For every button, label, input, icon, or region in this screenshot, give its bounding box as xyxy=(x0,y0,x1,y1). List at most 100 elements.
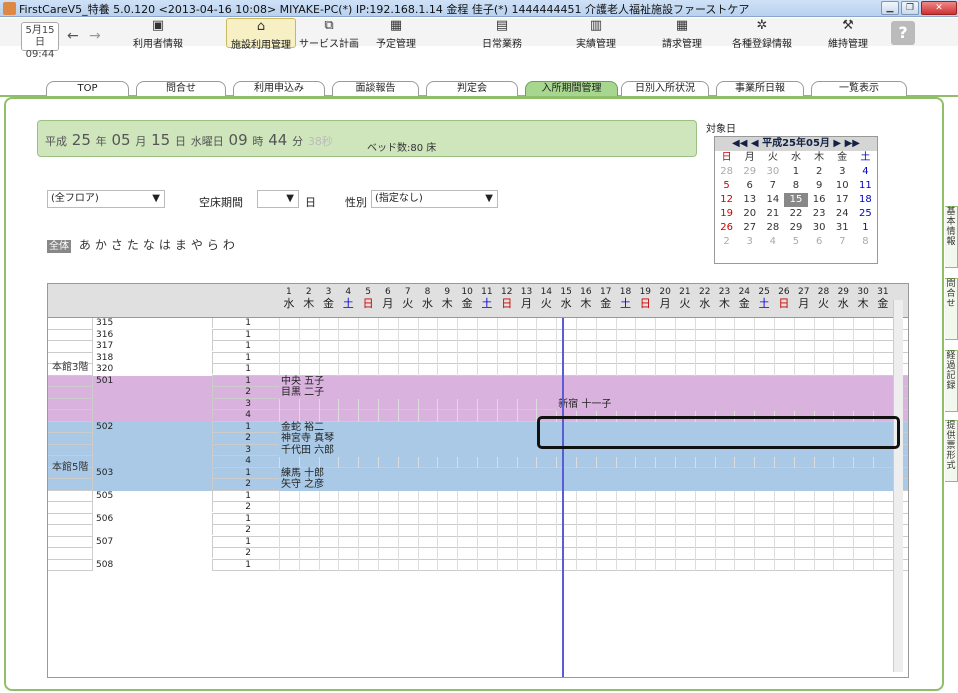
calendar-day[interactable]: 23 xyxy=(808,207,831,221)
calendar-day[interactable]: 6 xyxy=(738,179,761,193)
table-row[interactable]: 506 1 xyxy=(48,513,908,525)
calendar-day[interactable]: 27 xyxy=(738,221,761,235)
calendar-day[interactable]: 5 xyxy=(715,179,738,193)
tool-facility[interactable]: ⌂ 施設利用管理 xyxy=(226,18,296,51)
calendar-day[interactable]: 4 xyxy=(761,235,784,249)
day-column-header: 7火 xyxy=(402,287,414,310)
tool-records[interactable]: ▥ 実績管理 xyxy=(566,18,626,51)
table-row[interactable]: 315 1 xyxy=(48,318,908,330)
calendar-day[interactable]: 25 xyxy=(854,207,877,221)
resident-stay-bar[interactable]: 新宿 十一子 xyxy=(556,398,893,411)
vertical-scrollbar[interactable] xyxy=(893,300,903,672)
table-row[interactable]: 2 xyxy=(48,525,908,537)
calendar-day[interactable]: 6 xyxy=(808,235,831,249)
calendar-day[interactable]: 18 xyxy=(854,193,877,207)
next-year-icon[interactable]: ▶▶ xyxy=(845,138,860,149)
resident-stay-bar[interactable]: 矢守 之彦 xyxy=(279,479,893,491)
calendar-day[interactable]: 19 xyxy=(715,207,738,221)
tool-service-plan[interactable]: ⧉ サービス計画 xyxy=(297,18,361,51)
calendar-day[interactable]: 14 xyxy=(761,193,784,207)
calendar-day[interactable]: 5 xyxy=(784,235,807,249)
resident-stay-bar[interactable]: 練馬 十郎 xyxy=(279,467,893,480)
tab-stay-period[interactable]: 入所期間管理 xyxy=(525,81,618,96)
calendar-day[interactable]: 15 xyxy=(784,193,808,207)
tab-list-view[interactable]: 一覧表示 xyxy=(811,81,907,96)
calendar-days[interactable]: 28 29 30 1 2 3 4 5 6 7 8 9 10 11 12 13 14 15 16 17 18 19 20 21 2… xyxy=(715,165,877,249)
calendar-day[interactable]: 28 xyxy=(761,221,784,235)
calendar-day[interactable]: 3 xyxy=(738,235,761,249)
minimize-icon[interactable]: ▁ xyxy=(881,1,899,15)
kana-all-button[interactable]: 全体 xyxy=(47,240,71,253)
tab-interview[interactable]: 面談報告 xyxy=(332,81,419,96)
calendar-day[interactable]: 7 xyxy=(761,179,784,193)
prev-year-icon[interactable]: ◀◀ xyxy=(732,138,747,149)
calendar-day[interactable]: 26 xyxy=(715,221,738,235)
calendar-day[interactable]: 4 xyxy=(854,165,877,179)
calendar-day[interactable]: 17 xyxy=(831,193,854,207)
restore-icon[interactable]: ❐ xyxy=(901,1,919,15)
close-icon[interactable]: ✕ xyxy=(921,1,957,15)
side-tab[interactable]: 基本情報 xyxy=(945,206,958,268)
tool-schedule[interactable]: ▦ 予定管理 xyxy=(366,18,426,51)
prev-month-icon[interactable]: ◀ xyxy=(751,138,759,149)
calendar-day[interactable]: 2 xyxy=(808,165,831,179)
tool-registry[interactable]: ✲ 各種登録情報 xyxy=(727,18,797,51)
calendar-day[interactable]: 20 xyxy=(738,207,761,221)
tab-judgement[interactable]: 判定会 xyxy=(426,81,518,96)
calendar-day[interactable]: 21 xyxy=(761,207,784,221)
calendar-day[interactable]: 28 xyxy=(715,165,738,179)
side-tab[interactable]: 問合せ xyxy=(945,278,958,340)
calendar-day[interactable]: 22 xyxy=(784,207,807,221)
table-row[interactable]: 505 1 xyxy=(48,490,908,502)
tool-maintenance[interactable]: ⚒ 維持管理 xyxy=(820,18,876,51)
calendar-day[interactable]: 24 xyxy=(831,207,854,221)
calendar-day[interactable]: 8 xyxy=(854,235,877,249)
calendar-day[interactable]: 2 xyxy=(715,235,738,249)
tab-application[interactable]: 利用申込み xyxy=(233,81,325,96)
table-row[interactable]: 2 xyxy=(48,548,908,560)
calendar-day[interactable]: 1 xyxy=(854,221,877,235)
gender-select[interactable]: (指定なし) ▼ xyxy=(371,190,498,208)
tab-office-report[interactable]: 事業所日報 xyxy=(716,81,804,96)
tab-daily-status[interactable]: 日別入所状況 xyxy=(621,81,709,96)
table-row[interactable]: 507 1 xyxy=(48,536,908,548)
table-row[interactable]: 4 xyxy=(48,456,908,468)
table-row[interactable]: 508 1 xyxy=(48,559,908,571)
tool-user-info[interactable]: ▣ 利用者情報 xyxy=(125,18,191,51)
calendar-day[interactable]: 30 xyxy=(808,221,831,235)
side-tab[interactable]: 提供票形式 xyxy=(945,420,958,482)
calendar-day[interactable]: 1 xyxy=(784,165,807,179)
calendar-day[interactable]: 9 xyxy=(808,179,831,193)
tool-daily[interactable]: ▤ 日常業務 xyxy=(478,18,526,51)
calendar-day[interactable]: 30 xyxy=(761,165,784,179)
resident-stay-bar[interactable]: 中央 五子 xyxy=(279,375,893,388)
calendar-day[interactable]: 29 xyxy=(784,221,807,235)
calendar-day[interactable]: 16 xyxy=(808,193,831,207)
resident-stay-bar[interactable]: 目黒 二子 xyxy=(279,387,893,399)
calendar-day[interactable]: 10 xyxy=(831,179,854,193)
back-arrow-icon[interactable]: ← xyxy=(67,28,79,44)
kana-filter[interactable]: 全体 あかさたなはまやらわ xyxy=(47,236,239,253)
tab-top[interactable]: TOP xyxy=(46,81,129,96)
calendar-day[interactable]: 13 xyxy=(738,193,761,207)
tool-billing[interactable]: ▦ 請求管理 xyxy=(654,18,710,51)
calendar-day[interactable]: 29 xyxy=(738,165,761,179)
calendar-day[interactable]: 31 xyxy=(831,221,854,235)
calendar-day[interactable]: 3 xyxy=(831,165,854,179)
calendar-day[interactable]: 7 xyxy=(831,235,854,249)
forward-arrow-icon[interactable]: → xyxy=(89,28,101,44)
calendar-day[interactable]: 11 xyxy=(854,179,877,193)
vacancy-select[interactable]: ▼ xyxy=(257,190,299,208)
tab-inquiry[interactable]: 問合せ xyxy=(136,81,226,96)
table-row[interactable]: 320 1 xyxy=(48,364,908,376)
help-icon[interactable]: ? xyxy=(891,21,915,45)
next-month-icon[interactable]: ▶ xyxy=(833,138,841,149)
table-row[interactable]: 317 1 xyxy=(48,341,908,353)
calendar-day[interactable]: 8 xyxy=(784,179,807,193)
table-row[interactable]: 318 1 xyxy=(48,352,908,364)
table-row[interactable]: 316 1 xyxy=(48,329,908,341)
floor-select[interactable]: (全フロア) ▼ xyxy=(47,190,165,208)
side-tab[interactable]: 経過記録 xyxy=(945,350,958,412)
table-row[interactable]: 2 xyxy=(48,502,908,514)
calendar-day[interactable]: 12 xyxy=(715,193,738,207)
